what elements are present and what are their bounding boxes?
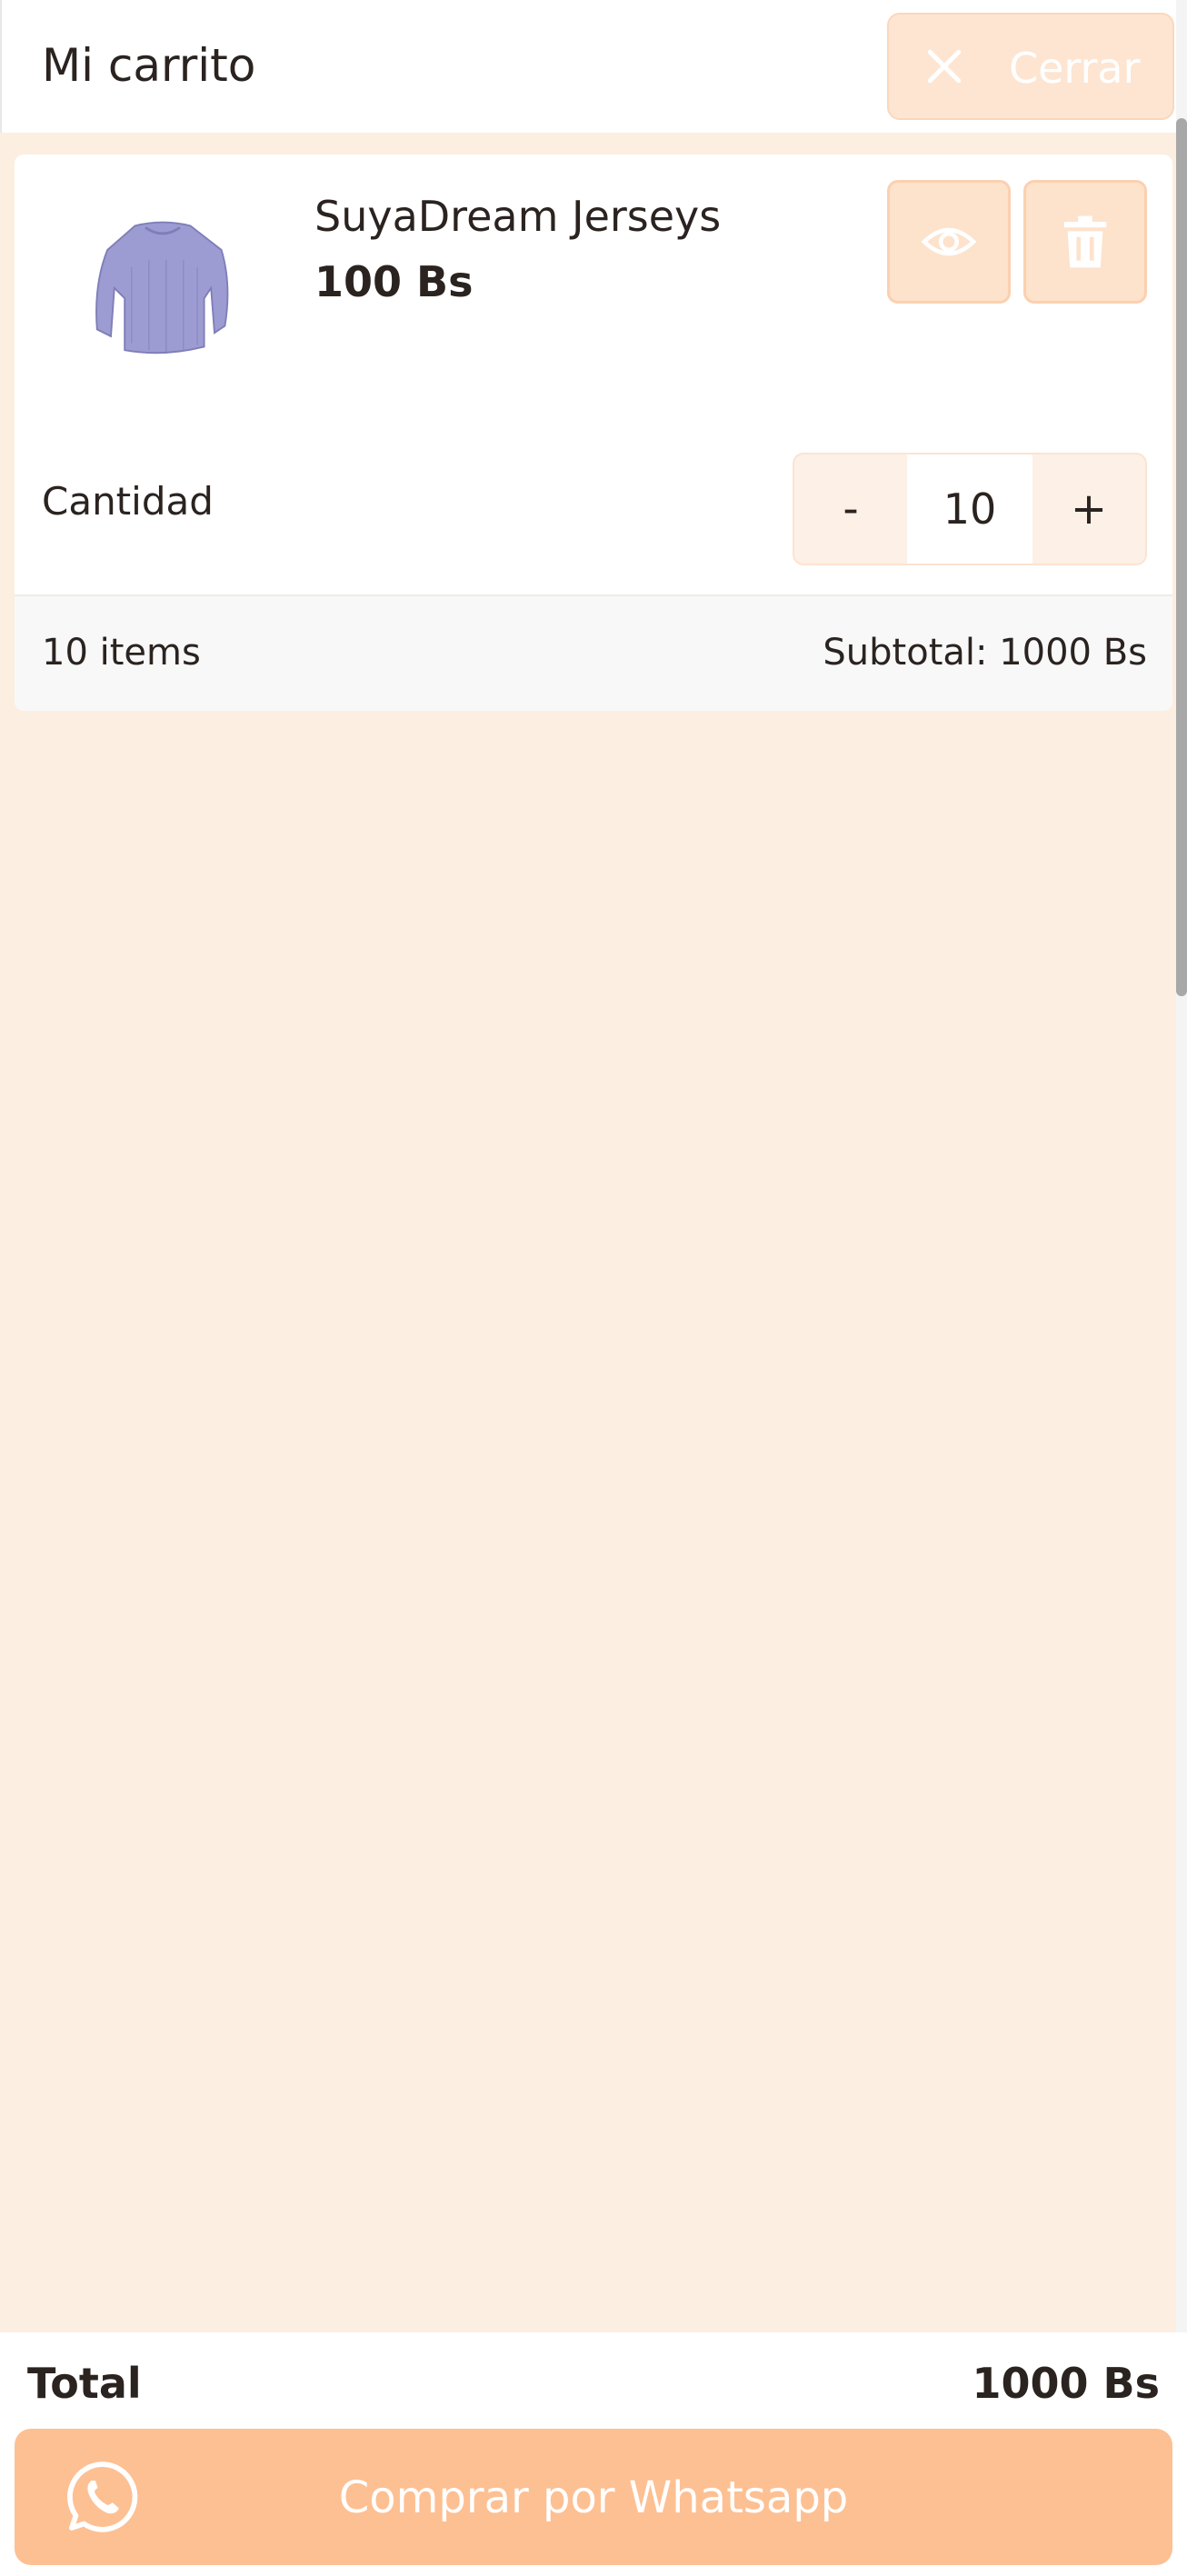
quantity-label: Cantidad [42,479,214,524]
quantity-input[interactable] [907,454,1032,564]
page-title: Mi carrito [42,39,256,92]
product-name: SuyaDream Jerseys [314,192,722,241]
total-value: 1000 Bs [972,2359,1160,2408]
increase-quantity-button[interactable]: + [1032,454,1145,564]
eye-icon [921,227,977,256]
checkout-bar: Total 1000 Bs Comprar por Whatsapp [0,2332,1187,2576]
cart-header: Mi carrito Cerrar [0,0,1178,133]
scrollbar-thumb[interactable] [1176,118,1187,996]
decrease-quantity-button[interactable]: - [794,454,907,564]
close-button[interactable]: Cerrar [887,13,1174,120]
cart-page: Mi carrito Cerrar SuyaDream Jerseys 100 … [0,0,1187,2576]
total-label: Total [27,2359,142,2408]
quantity-stepper: - + [793,453,1147,565]
close-icon [927,49,962,84]
product-image [95,221,229,354]
buy-whatsapp-label: Comprar por Whatsapp [338,2472,849,2523]
product-price: 100 Bs [314,257,474,306]
cart-item-card: SuyaDream Jerseys 100 Bs Cantidad - + [15,155,1172,711]
cart-item-summary: 10 items Subtotal: 1000 Bs [15,594,1172,711]
trash-icon [1063,215,1107,268]
close-button-label: Cerrar [1009,44,1141,93]
subtotal: Subtotal: 1000 Bs [823,632,1147,674]
items-count: 10 items [42,632,201,674]
delete-item-button[interactable] [1023,180,1147,304]
view-product-button[interactable] [887,180,1011,304]
buy-whatsapp-button[interactable]: Comprar por Whatsapp [15,2429,1172,2565]
